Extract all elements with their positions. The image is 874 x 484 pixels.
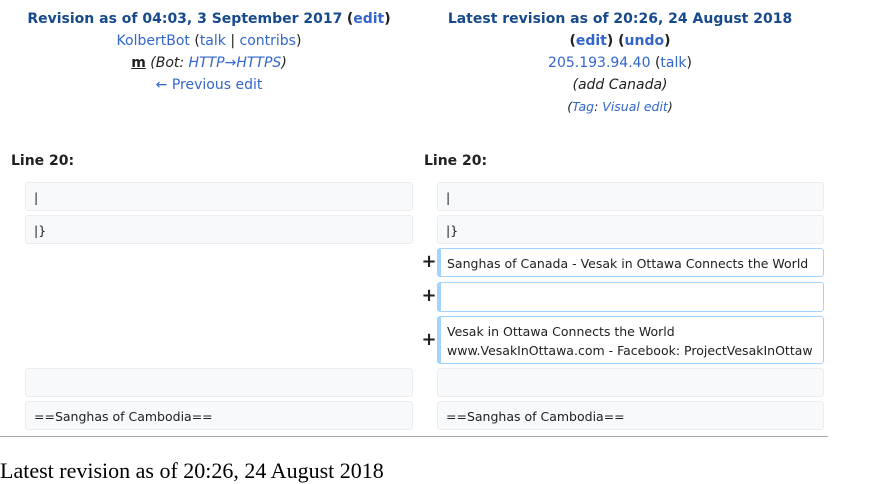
- diff-added-marker: +: [421, 329, 437, 350]
- diff-added-line: [437, 282, 824, 312]
- old-summary-link[interactable]: HTTP→HTTPS: [189, 55, 282, 71]
- new-user-link[interactable]: 205.193.94.40: [548, 55, 650, 71]
- new-revision-header: Latest revision as of 20:26, 24 August 2…: [414, 8, 826, 118]
- diff-context-right: |}: [437, 215, 824, 244]
- old-user-link[interactable]: KolbertBot: [117, 33, 190, 49]
- old-contribs-link[interactable]: contribs: [240, 33, 296, 49]
- new-revision-title: Latest revision as of 20:26, 24 August 2…: [414, 8, 826, 30]
- tag-link[interactable]: Tag: [572, 99, 594, 114]
- revision-tag: (Tag: Visual edit): [567, 99, 673, 114]
- new-revision-user-line: 205.193.94.40 (talk): [548, 55, 692, 71]
- diff-context-left: |: [25, 182, 413, 211]
- diff-context-left: ==Sanghas of Cambodia==: [25, 401, 413, 430]
- old-revision-user-line: KolbertBot (talk | contribs): [116, 33, 302, 49]
- tag-name: Visual edit: [602, 99, 668, 114]
- minor-edit-mark: m: [131, 55, 146, 71]
- page-heading: Latest revision as of 20:26, 24 August 2…: [0, 458, 384, 483]
- old-revision-link[interactable]: Revision as of 04:03, 3 September 2017: [27, 11, 342, 27]
- diff-context-left: |}: [25, 215, 413, 244]
- old-edit-link[interactable]: edit: [353, 11, 384, 27]
- new-talk-link[interactable]: talk: [660, 55, 686, 71]
- diff-added-line: Sanghas of Canada - Vesak in Ottawa Conn…: [437, 248, 824, 277]
- right-line-number: Line 20:: [424, 153, 488, 169]
- new-edit-link[interactable]: edit: [576, 33, 607, 49]
- previous-edit-link[interactable]: ← Previous edit: [156, 77, 263, 93]
- diff-added-marker: +: [421, 285, 437, 306]
- new-revision-summary: (add Canada): [572, 77, 668, 93]
- undo-link[interactable]: undo: [625, 33, 665, 49]
- old-revision-header: Revision as of 04:03, 3 September 2017 (…: [0, 8, 418, 96]
- diff-context-left: [25, 368, 413, 397]
- diff-context-right: [437, 368, 824, 397]
- divider: [0, 436, 828, 437]
- old-revision-title: Revision as of 04:03, 3 September 2017 (…: [27, 11, 391, 27]
- old-summary-prefix: Bot:: [155, 55, 189, 71]
- diff-added-marker: +: [421, 251, 437, 272]
- diff-context-right: ==Sanghas of Cambodia==: [437, 401, 824, 430]
- left-line-number: Line 20:: [11, 153, 75, 169]
- new-revision-link[interactable]: Latest revision as of 20:26, 24 August 2…: [448, 11, 792, 27]
- diff-context-right: |: [437, 182, 824, 211]
- old-talk-link[interactable]: talk: [200, 33, 226, 49]
- old-revision-summary: m (Bot: HTTP→HTTPS): [131, 55, 287, 71]
- new-revision-actions: (edit) (undo): [569, 33, 671, 49]
- diff-added-line: Vesak in Ottawa Connects the World www.V…: [437, 316, 824, 364]
